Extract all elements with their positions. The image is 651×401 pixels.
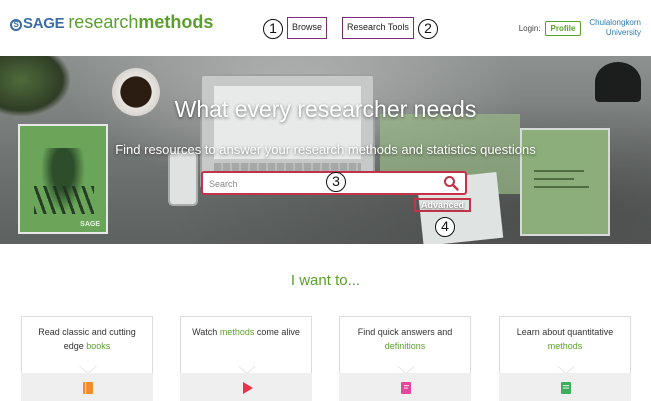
callout-1: 1	[263, 19, 283, 39]
books-link[interactable]: books	[86, 341, 110, 351]
login-area: Login: Profile Chulalongkorn University	[519, 18, 641, 38]
sage-logo-text: SAGE	[23, 15, 65, 32]
hero-title: What every researcher needs	[174, 96, 477, 122]
card-find-definitions[interactable]: Find quick answers and definitions	[339, 316, 471, 401]
phone-image	[168, 151, 198, 206]
institution-link[interactable]: Chulalongkorn University	[589, 18, 641, 38]
card-text-part: come alive	[254, 327, 300, 337]
play-icon	[243, 382, 253, 394]
logo-research-text: research	[68, 12, 139, 32]
card-text: Read classic and cutting edge books	[28, 325, 146, 353]
advanced-search-link[interactable]: Advanced	[414, 198, 472, 212]
browse-button[interactable]: Browse	[287, 17, 328, 39]
book-text-line	[534, 186, 589, 188]
quantitative-methods-link[interactable]: methods	[548, 341, 583, 351]
search-icon	[444, 176, 459, 191]
card-pointer	[398, 366, 414, 373]
card-text: Watch methods come alive	[187, 325, 305, 339]
callout-4: 4	[435, 217, 455, 237]
card-text-part: Learn about quantitative	[516, 327, 614, 337]
methods-video-link[interactable]: methods	[220, 327, 255, 337]
callout-3: 3	[326, 172, 346, 192]
card-quantitative-methods[interactable]: Learn about quantitative methods	[499, 316, 631, 401]
site-header: S SAGE research methods 1 Browse Research …	[0, 0, 651, 55]
search-button[interactable]	[443, 175, 459, 191]
card-text-part: Find quick answers and	[357, 327, 453, 337]
card-text: Find quick answers and definitions	[346, 325, 464, 353]
card-text-part: Watch	[192, 327, 220, 337]
sage-research-methods-logo[interactable]: S SAGE research methods	[10, 12, 213, 33]
book-sage-label: SAGE	[80, 221, 100, 228]
callout-2: 2	[418, 19, 438, 39]
dictionary-icon	[401, 382, 411, 394]
definitions-link[interactable]: definitions	[385, 341, 426, 351]
datasets-icon	[561, 382, 571, 394]
card-watch-methods[interactable]: Watch methods come alive	[180, 316, 312, 401]
card-read-books[interactable]: Read classic and cutting edge books	[21, 316, 153, 401]
sage-logo: S SAGE	[10, 15, 65, 32]
card-text: Learn about quantitative methods	[506, 325, 624, 353]
hero-banner: SAGE What every researcher needs Find re…	[0, 56, 651, 244]
octopus-book-image: SAGE	[18, 124, 108, 234]
card-pointer	[558, 366, 574, 373]
octopus-tentacles	[34, 186, 94, 214]
institution-line-2: University	[605, 28, 641, 37]
institution-line-1: Chulalongkorn	[589, 18, 641, 27]
card-pointer	[239, 366, 255, 373]
book-icon	[83, 382, 93, 394]
profile-button[interactable]: Profile	[544, 20, 582, 36]
login-label: Login:	[518, 23, 541, 33]
book-text-line	[534, 178, 574, 180]
logo-methods-text: methods	[138, 12, 214, 32]
hero-subtitle: Find resources to answer your research m…	[115, 142, 536, 157]
card-pointer	[80, 366, 96, 373]
sage-logo-glyph: S	[10, 19, 22, 31]
research-tools-button[interactable]: Research Tools	[342, 17, 414, 39]
search-input[interactable]	[209, 176, 409, 192]
book-text-line	[534, 170, 584, 172]
i-want-to-heading: I want to...	[290, 272, 361, 289]
